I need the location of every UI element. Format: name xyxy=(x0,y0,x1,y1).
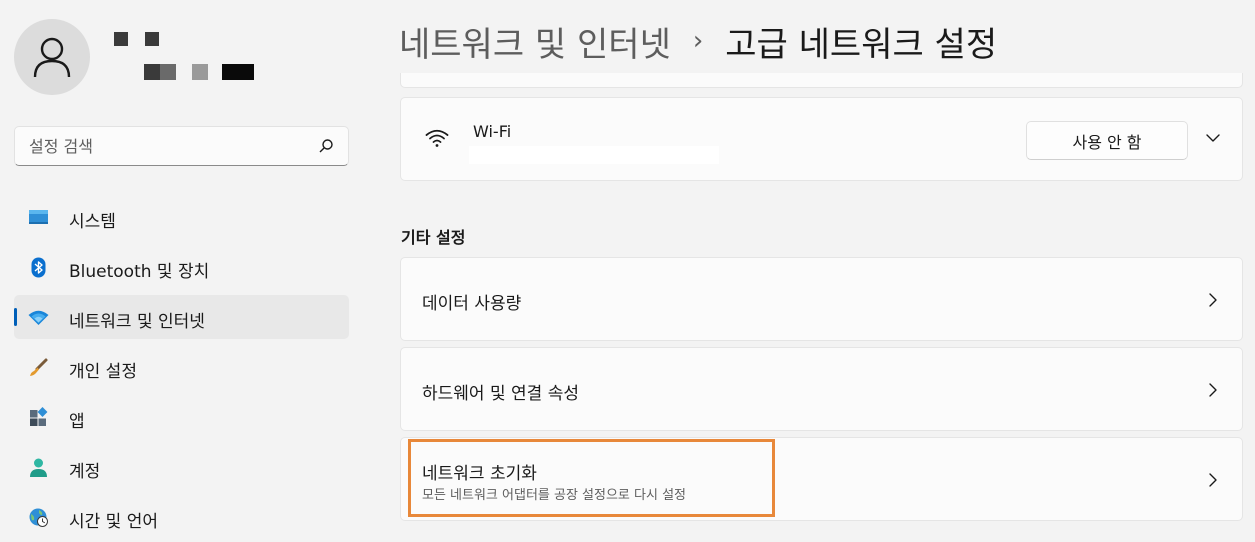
brush-icon xyxy=(30,358,48,376)
apps-icon xyxy=(30,407,48,426)
avatar[interactable] xyxy=(14,19,90,95)
section-title: 기타 설정 xyxy=(401,228,466,247)
page-title: 고급 네트워크 설정 xyxy=(725,24,998,65)
sidebar-item-label: 시간 및 언어 xyxy=(69,512,159,532)
system-icon xyxy=(29,210,48,224)
sidebar-item-accounts[interactable]: 계정 xyxy=(14,445,349,489)
sidebar-item-label: 앱 xyxy=(69,412,85,432)
wifi-adapter-name: Wi-Fi xyxy=(473,122,512,141)
previous-card-bottom xyxy=(400,73,1243,88)
sidebar-item-personalization[interactable]: 개인 설정 xyxy=(14,345,349,389)
sidebar-item-bluetooth[interactable]: Bluetooth 및 장치 xyxy=(14,245,349,289)
breadcrumb-separator: › xyxy=(692,26,704,56)
search-input[interactable] xyxy=(29,135,309,157)
sidebar-item-label: 시스템 xyxy=(69,212,116,232)
sidebar-item-network[interactable]: 네트워크 및 인터넷 xyxy=(14,295,349,339)
network-icon xyxy=(28,310,49,325)
row-title: 데이터 사용량 xyxy=(422,294,522,314)
sidebar-item-label: 개인 설정 xyxy=(69,362,137,382)
highlight-annotation xyxy=(408,439,775,517)
account-icon xyxy=(30,458,47,477)
sidebar-item-label: Bluetooth 및 장치 xyxy=(69,262,210,282)
bluetooth-icon xyxy=(31,257,46,278)
disable-button[interactable]: 사용 안 함 xyxy=(1026,121,1188,160)
breadcrumb-parent[interactable]: 네트워크 및 인터넷 xyxy=(399,17,671,66)
redacted-adapter-description xyxy=(469,146,719,164)
active-indicator xyxy=(14,308,17,326)
hardware-properties-row[interactable]: 하드웨어 및 연결 속성 xyxy=(400,347,1243,431)
sidebar-item-time-language[interactable]: 시간 및 언어 xyxy=(14,495,349,539)
search-box[interactable] xyxy=(14,126,349,166)
row-title: 하드웨어 및 연결 속성 xyxy=(422,384,579,404)
sidebar: 시스템 Bluetooth 및 장치 네트워크 및 인터넷 개인 설정 xyxy=(0,0,370,542)
time-language-icon xyxy=(29,508,48,527)
wifi-adapter-card[interactable]: Wi-Fi 사용 안 함 xyxy=(400,97,1243,181)
sidebar-item-label: 계정 xyxy=(69,462,101,482)
sidebar-item-apps[interactable]: 앱 xyxy=(14,395,349,439)
chevron-right-icon xyxy=(1209,383,1217,397)
search-icon[interactable] xyxy=(318,138,334,154)
chevron-right-icon xyxy=(1209,293,1217,307)
settings-window: 시스템 Bluetooth 및 장치 네트워크 및 인터넷 개인 설정 xyxy=(0,0,1255,542)
sidebar-item-label: 네트워크 및 인터넷 xyxy=(69,312,205,332)
chevron-right-icon xyxy=(1209,473,1217,487)
wifi-icon xyxy=(425,129,449,147)
user-icon xyxy=(33,37,71,78)
data-usage-row[interactable]: 데이터 사용량 xyxy=(400,257,1243,341)
sidebar-item-system[interactable]: 시스템 xyxy=(14,195,349,239)
chevron-down-icon[interactable] xyxy=(1205,130,1221,146)
breadcrumb: 네트워크 및 인터넷 › 고급 네트워크 설정 xyxy=(399,16,997,66)
